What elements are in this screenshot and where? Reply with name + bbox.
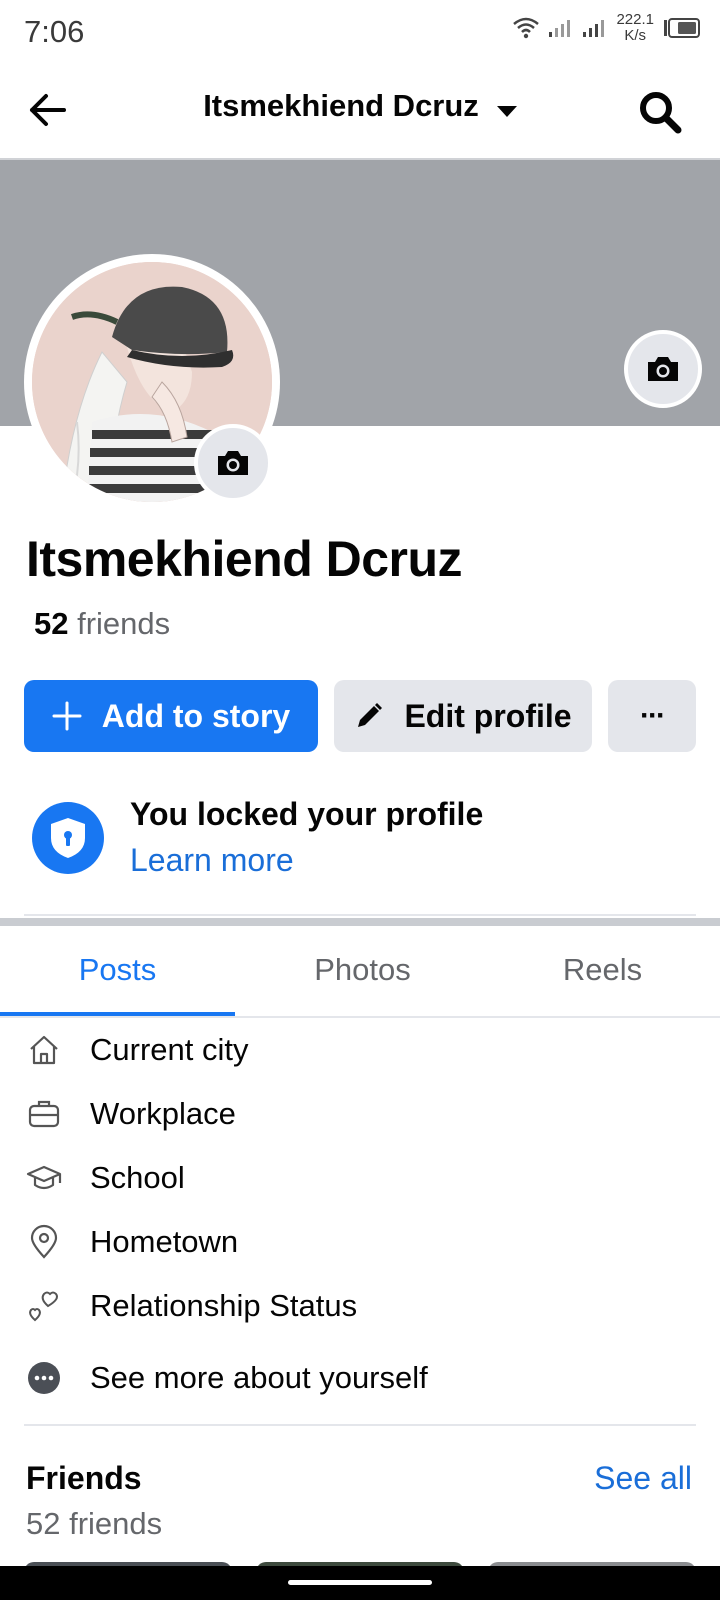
camera-icon xyxy=(648,357,678,381)
friend-count[interactable]: 52 friends xyxy=(34,606,170,642)
detail-current-city[interactable]: Current city xyxy=(24,1020,248,1080)
network-speed: 222.1 K/s xyxy=(616,12,654,44)
detail-workplace[interactable]: Workplace xyxy=(24,1084,236,1144)
detail-school[interactable]: School xyxy=(24,1148,185,1208)
learn-more-link[interactable]: Learn more xyxy=(130,842,294,879)
see-more-about-yourself[interactable]: See more about yourself xyxy=(24,1348,428,1408)
locked-profile-title: You locked your profile xyxy=(130,796,484,832)
wifi-icon xyxy=(513,17,540,39)
battery-icon xyxy=(664,18,700,38)
header-title: Itsmekhiend Dcruz xyxy=(203,88,479,123)
home-gesture-handle[interactable] xyxy=(288,1580,432,1585)
detail-label: School xyxy=(90,1160,185,1195)
detail-label: Hometown xyxy=(90,1224,239,1259)
profile-tabs: Posts Photos Reels xyxy=(0,926,720,1018)
friends-section-count: 52 friends xyxy=(26,1506,163,1541)
friend-count-label: friends xyxy=(77,606,171,641)
briefcase-icon xyxy=(24,1094,64,1134)
status-time: 7:06 xyxy=(24,14,85,49)
profile-switcher[interactable]: Itsmekhiend Dcruz xyxy=(0,88,720,124)
active-tab-indicator xyxy=(0,1012,235,1016)
edit-profile-label: Edit profile xyxy=(404,697,572,734)
search-button[interactable] xyxy=(636,88,684,136)
tab-posts[interactable]: Posts xyxy=(0,926,235,1014)
more-dots-icon xyxy=(24,1358,64,1398)
pencil-icon xyxy=(358,703,383,727)
profile-name: Itsmekhiend Dcruz xyxy=(26,531,463,587)
add-to-story-button[interactable]: Add to story xyxy=(24,680,318,752)
caret-down-icon xyxy=(496,106,517,118)
hearts-icon xyxy=(24,1286,64,1326)
section-separator xyxy=(0,918,720,926)
camera-icon xyxy=(218,451,248,475)
add-to-story-label: Add to story xyxy=(101,697,291,734)
speed-value: 222.1 xyxy=(616,11,654,28)
home-icon xyxy=(24,1030,64,1070)
signal-icon xyxy=(549,20,571,37)
top-app-bar: Itsmekhiend Dcruz xyxy=(0,64,720,160)
edit-cover-photo-button[interactable] xyxy=(624,330,702,408)
more-options-button[interactable]: ··· xyxy=(608,680,696,752)
graduation-cap-icon xyxy=(24,1158,64,1198)
speed-unit: K/s xyxy=(624,27,647,44)
divider xyxy=(24,1424,696,1426)
search-icon xyxy=(640,92,682,134)
tab-photos[interactable]: Photos xyxy=(245,926,480,1014)
signal-icon-2 xyxy=(583,20,605,37)
tab-reels[interactable]: Reels xyxy=(485,926,720,1014)
detail-relationship-status[interactable]: Relationship Status xyxy=(24,1276,357,1336)
status-icons: 222.1 K/s xyxy=(512,12,702,44)
detail-label: See more about yourself xyxy=(90,1360,428,1395)
friends-section-title: Friends xyxy=(26,1460,142,1496)
status-bar: 7:06 222.1 K/s xyxy=(0,0,720,64)
friend-count-number: 52 xyxy=(34,606,69,641)
edit-profile-picture-button[interactable] xyxy=(194,424,272,502)
detail-label: Current city xyxy=(90,1032,249,1067)
detail-label: Relationship Status xyxy=(90,1288,358,1323)
see-all-friends-link[interactable]: See all xyxy=(594,1460,692,1497)
location-pin-icon xyxy=(24,1222,64,1262)
locked-profile-shield-icon xyxy=(32,802,104,874)
detail-hometown[interactable]: Hometown xyxy=(24,1212,238,1272)
plus-icon xyxy=(52,701,82,731)
edit-profile-button[interactable]: Edit profile xyxy=(334,680,592,752)
divider xyxy=(24,914,696,916)
more-dots-icon: ··· xyxy=(640,699,666,732)
detail-label: Workplace xyxy=(90,1096,236,1131)
